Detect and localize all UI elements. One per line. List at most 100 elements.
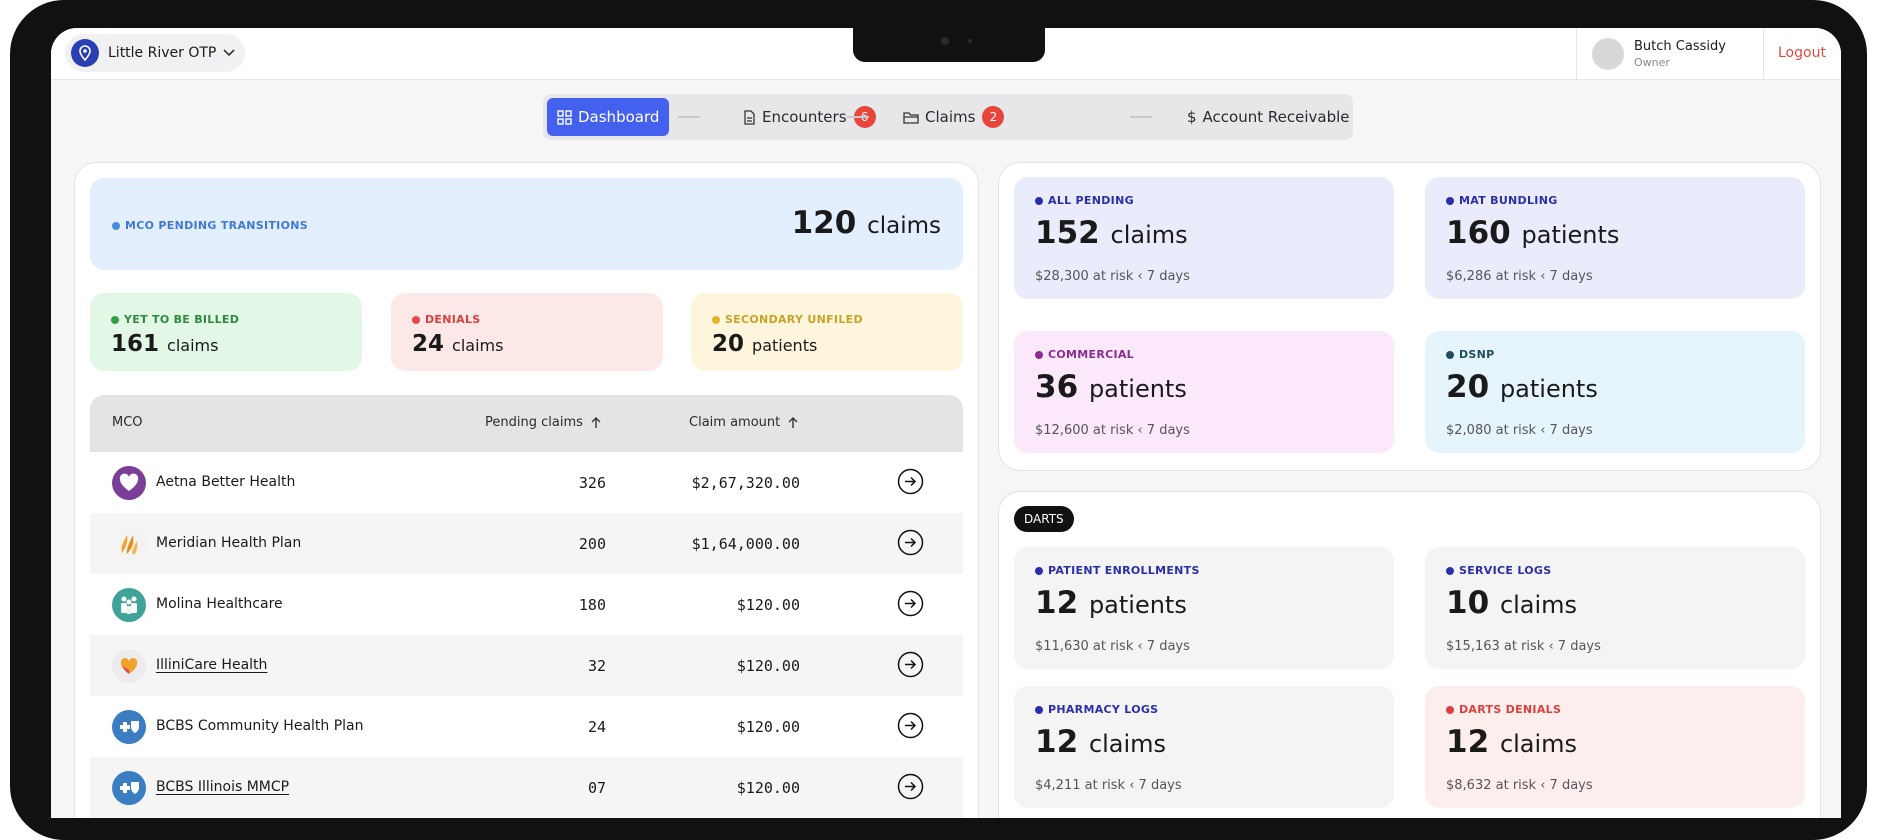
mat-bundling-card[interactable]: MAT BUNDLING 160 patients $6,286 at risk…	[1425, 177, 1805, 299]
user-profile[interactable]: Butch Cassidy Owner	[1576, 28, 1764, 80]
device-frame: Little River OTP Butch Cassidy Owner Log…	[10, 0, 1867, 840]
patient-enrollments-card[interactable]: PATIENT ENROLLMENTS 12 patients $11,630 …	[1014, 547, 1394, 669]
card-label: PATIENT ENROLLMENTS	[1035, 564, 1200, 577]
arrow-right-circle-icon[interactable]	[897, 468, 924, 495]
mco-table: MCO Pending claims Claim amount Aetna Be…	[90, 395, 963, 818]
card-label: ALL PENDING	[1035, 194, 1134, 207]
column-claim-amount[interactable]: Claim amount	[689, 415, 798, 430]
cross-shield-icon	[112, 710, 146, 744]
denials-card[interactable]: DENIALS 24 claims	[391, 293, 663, 371]
at-risk-text: $4,211 at risk ‹ 7 days	[1035, 778, 1182, 793]
card-value: 36 patients	[1035, 369, 1187, 405]
arrow-right-circle-icon[interactable]	[897, 651, 924, 678]
card-value: 160 patients	[1446, 215, 1620, 251]
table-header: MCO Pending claims Claim amount	[90, 395, 963, 452]
chevron-down-icon	[223, 49, 235, 57]
app-screen: Little River OTP Butch Cassidy Owner Log…	[51, 28, 1841, 818]
tab-label: Encounters	[762, 108, 847, 126]
mco-name[interactable]: BCBS Illinois MMCP	[156, 779, 289, 795]
mco-name[interactable]: IlliniCare Health	[156, 657, 267, 673]
arrow-right-circle-icon[interactable]	[897, 590, 924, 617]
user-name: Butch Cassidy	[1634, 39, 1726, 54]
card-value: 161 claims	[111, 331, 219, 357]
camera-notch	[853, 28, 1045, 62]
mco-name: BCBS Community Health Plan	[156, 718, 364, 734]
dsnp-card[interactable]: DSNP 20 patients $2,080 at risk ‹ 7 days	[1425, 331, 1805, 453]
card-label: COMMERCIAL	[1035, 348, 1134, 361]
logout-button[interactable]: Logout	[1778, 45, 1826, 61]
at-risk-text: $28,300 at risk ‹ 7 days	[1035, 269, 1190, 284]
card-label: PHARMACY LOGS	[1035, 703, 1158, 716]
card-label: DARTS DENIALS	[1446, 703, 1561, 716]
avatar	[1592, 38, 1624, 70]
at-risk-text: $8,632 at risk ‹ 7 days	[1446, 778, 1593, 793]
mco-name: Aetna Better Health	[156, 474, 296, 490]
flame-icon	[112, 527, 146, 561]
card-value: 12 patients	[1035, 585, 1187, 621]
claim-amount: $2,67,320.00	[691, 474, 800, 492]
table-row[interactable]: IlliniCare Health 32 $120.00	[90, 635, 963, 696]
table-row[interactable]: Meridian Health Plan 200 $1,64,000.00	[90, 513, 963, 574]
pending-claims: 326	[578, 474, 606, 492]
tab-separator	[847, 116, 869, 118]
table-row[interactable]: Aetna Better Health 326 $2,67,320.00	[90, 452, 963, 513]
tab-dashboard[interactable]: Dashboard	[547, 98, 670, 136]
pharmacy-logs-card[interactable]: PHARMACY LOGS 12 claims $4,211 at risk ‹…	[1014, 686, 1394, 808]
cross-shield-icon	[112, 771, 146, 805]
arrow-right-circle-icon[interactable]	[897, 712, 924, 739]
at-risk-text: $11,630 at risk ‹ 7 days	[1035, 639, 1190, 654]
tab-claims[interactable]: Claims 2	[903, 98, 1005, 136]
card-value: 12 claims	[1446, 724, 1578, 760]
column-pending-claims[interactable]: Pending claims	[485, 415, 601, 430]
document-icon	[743, 109, 756, 125]
darts-tag: DARTS	[1014, 506, 1074, 532]
at-risk-text: $2,080 at risk ‹ 7 days	[1446, 423, 1593, 438]
at-risk-text: $6,286 at risk ‹ 7 days	[1446, 269, 1593, 284]
card-value: 10 claims	[1446, 585, 1578, 621]
card-label: MAT BUNDLING	[1446, 194, 1558, 207]
mco-panel: MCO PENDING TRANSITIONS 120 claims YET T…	[74, 162, 979, 818]
secondary-unfiled-card[interactable]: SECONDARY UNFILED 20 patients	[691, 293, 963, 371]
heart-icon	[112, 466, 146, 500]
pending-claims: 07	[587, 779, 606, 797]
card-label: SERVICE LOGS	[1446, 564, 1551, 577]
sort-arrow-up-icon	[788, 416, 798, 429]
table-row[interactable]: BCBS Illinois MMCP 07 $120.00	[90, 757, 963, 818]
arrow-right-circle-icon[interactable]	[897, 529, 924, 556]
tab-account-receivable[interactable]: $ Account Receivable	[1187, 98, 1350, 136]
darts-denials-card[interactable]: DARTS DENIALS 12 claims $8,632 at risk ‹…	[1425, 686, 1805, 808]
mco-pending-card[interactable]: MCO PENDING TRANSITIONS 120 claims	[90, 178, 963, 270]
at-risk-text: $15,163 at risk ‹ 7 days	[1446, 639, 1601, 654]
card-label: SECONDARY UNFILED	[712, 313, 863, 326]
mco-name: Molina Healthcare	[156, 596, 283, 612]
tab-label: Dashboard	[578, 108, 660, 126]
claim-amount: $120.00	[736, 657, 800, 675]
count-badge: 2	[982, 106, 1005, 128]
all-pending-card[interactable]: ALL PENDING 152 claims $28,300 at risk ‹…	[1014, 177, 1394, 299]
dashboard-grid-icon	[557, 109, 572, 125]
arrow-right-circle-icon[interactable]	[897, 773, 924, 800]
yet-to-be-billed-card[interactable]: YET TO BE BILLED 161 claims	[90, 293, 362, 371]
people-icon	[112, 588, 146, 622]
commercial-card[interactable]: COMMERCIAL 36 patients $12,600 at risk ‹…	[1014, 331, 1394, 453]
at-risk-text: $12,600 at risk ‹ 7 days	[1035, 423, 1190, 438]
claim-amount: $120.00	[736, 779, 800, 797]
folder-icon	[903, 111, 919, 124]
table-row[interactable]: Molina Healthcare 180 $120.00	[90, 574, 963, 635]
card-label: DSNP	[1446, 348, 1495, 361]
mco-pending-value: 120 claims	[791, 205, 941, 241]
tab-separator	[678, 116, 700, 118]
table-row[interactable]: BCBS Community Health Plan 24 $120.00	[90, 696, 963, 757]
column-mco: MCO	[112, 415, 143, 430]
pending-summary-panel: ALL PENDING 152 claims $28,300 at risk ‹…	[998, 162, 1821, 471]
card-value: 20 patients	[712, 331, 818, 357]
sort-arrow-up-icon	[591, 416, 601, 429]
darts-panel: DARTS PATIENT ENROLLMENTS 12 patients $1…	[998, 491, 1821, 818]
claim-amount: $120.00	[736, 718, 800, 736]
tab-separator	[1130, 116, 1152, 118]
service-logs-card[interactable]: SERVICE LOGS 10 claims $15,163 at risk ‹…	[1425, 547, 1805, 669]
location-name: Little River OTP	[108, 45, 217, 61]
hands-heart-icon	[112, 649, 146, 683]
claim-amount: $120.00	[736, 596, 800, 614]
location-selector[interactable]: Little River OTP	[65, 34, 245, 72]
